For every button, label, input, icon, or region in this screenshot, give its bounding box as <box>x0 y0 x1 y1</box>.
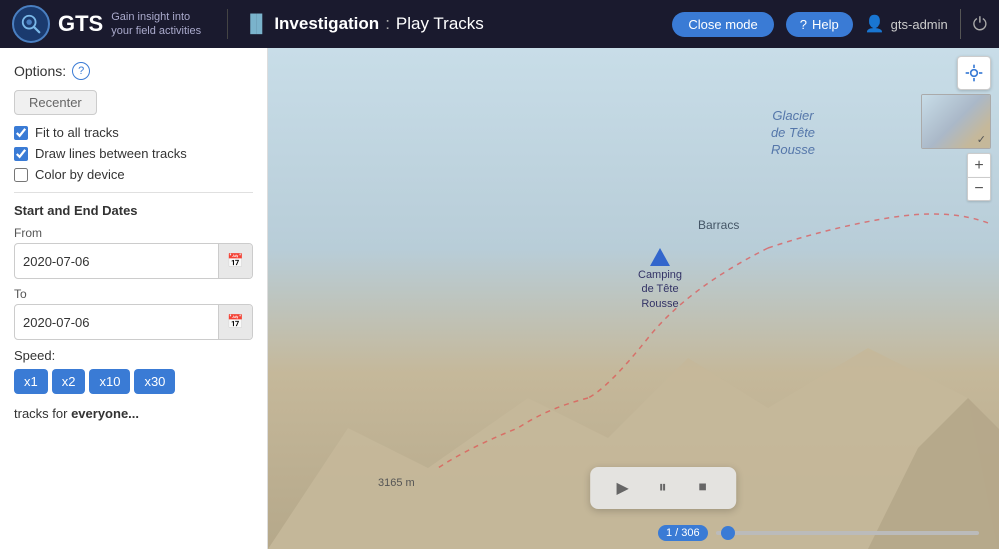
minimap-check: ✓ <box>977 133 986 146</box>
stop-icon: ⏹ <box>699 479 707 497</box>
minimap-thumbnail[interactable]: ✓ <box>921 94 991 149</box>
speed-x2-button[interactable]: x2 <box>52 369 86 394</box>
header-divider <box>227 9 228 39</box>
to-calendar-button[interactable]: 📅 <box>218 305 252 339</box>
playback-controls: ▶ ⏸ ⏹ <box>590 467 736 509</box>
fit-all-tracks-label: Fit to all tracks <box>35 125 119 140</box>
progress-thumb[interactable] <box>721 526 735 540</box>
user-name-label: gts-admin <box>891 17 948 32</box>
fit-all-tracks-checkbox[interactable] <box>14 126 28 140</box>
header-title-icon: ▐▌ <box>244 14 268 34</box>
map-controls: ✓ + − <box>921 56 991 201</box>
speed-label: Speed: <box>14 348 253 363</box>
zoom-in-button[interactable]: + <box>967 153 991 177</box>
help-label: Help <box>812 17 839 32</box>
tracks-text: tracks for <box>14 406 71 421</box>
header-page-label: Play Tracks <box>396 14 484 34</box>
draw-lines-label: Draw lines between tracks <box>35 146 187 161</box>
logo-gts-text: GTS <box>58 11 103 37</box>
tracks-bold: everyone... <box>71 406 139 421</box>
logo-tagline: Gain insight into your field activities <box>111 10 211 39</box>
options-label: Options: <box>14 63 66 79</box>
color-by-device-label: Color by device <box>35 167 125 182</box>
to-date-input[interactable] <box>15 309 218 336</box>
recenter-button[interactable]: Recenter <box>14 90 97 115</box>
user-area: 👤 gts-admin <box>865 14 948 34</box>
user-icon: 👤 <box>865 14 885 34</box>
pause-button[interactable]: ⏸ <box>650 475 676 501</box>
header-investigation-label: Investigation <box>274 14 379 34</box>
pause-icon: ⏸ <box>659 479 667 497</box>
draw-lines-row: Draw lines between tracks <box>14 146 253 161</box>
speed-x30-button[interactable]: x30 <box>134 369 175 394</box>
from-calendar-button[interactable]: 📅 <box>218 244 252 278</box>
from-label: From <box>14 226 253 240</box>
dates-section-title: Start and End Dates <box>14 203 253 218</box>
from-date-input-wrap: 📅 <box>14 243 253 279</box>
main-layout: Options: ? Recenter Fit to all tracks Dr… <box>0 48 999 549</box>
progress-area: 1 / 306 <box>658 525 979 541</box>
glacier-line1: Glacier <box>772 108 813 123</box>
options-divider <box>14 192 253 193</box>
tracks-label: tracks for everyone... <box>14 406 253 421</box>
logo-area: GTS Gain insight into your field activit… <box>12 5 211 43</box>
calendar-icon-2: 📅 <box>227 314 244 330</box>
glacier-label: Glacier de Tête Rousse <box>748 108 838 159</box>
options-header: Options: ? <box>14 62 253 80</box>
draw-lines-checkbox[interactable] <box>14 147 28 161</box>
barracs-label: Barracs <box>698 218 739 234</box>
help-button[interactable]: ? Help <box>786 12 853 37</box>
color-by-device-checkbox[interactable] <box>14 168 28 182</box>
options-help-icon[interactable]: ? <box>72 62 90 80</box>
zoom-controls: + − <box>967 153 991 201</box>
header-title-separator: : <box>385 14 390 34</box>
play-button[interactable]: ▶ <box>610 475 636 501</box>
glacier-line2: de Tête <box>771 125 815 140</box>
stop-button[interactable]: ⏹ <box>690 475 716 501</box>
calendar-icon: 📅 <box>227 253 244 269</box>
color-by-device-row: Color by device <box>14 167 253 182</box>
progress-slider[interactable] <box>716 530 979 536</box>
location-button[interactable] <box>957 56 991 90</box>
options-panel: Options: ? Recenter Fit to all tracks Dr… <box>0 48 268 549</box>
progress-track <box>716 531 979 535</box>
header-title: ▐▌ Investigation : Play Tracks <box>244 14 660 34</box>
progress-badge: 1 / 306 <box>658 525 708 541</box>
to-date-input-wrap: 📅 <box>14 304 253 340</box>
play-icon: ▶ <box>617 478 629 498</box>
header: GTS Gain insight into your field activit… <box>0 0 999 48</box>
logo-icon <box>12 5 50 43</box>
to-label: To <box>14 287 253 301</box>
speed-buttons-group: x1 x2 x10 x30 <box>14 369 253 394</box>
glacier-line3: Rousse <box>771 142 815 157</box>
power-icon[interactable]: ⏻ <box>973 14 987 35</box>
camp-icon: Campingde TêteRousse <box>638 248 682 311</box>
from-date-input[interactable] <box>15 248 218 275</box>
help-icon: ? <box>800 17 807 32</box>
map-area[interactable]: Glacier de Tête Rousse Barracs Campingde… <box>268 48 999 549</box>
speed-x1-button[interactable]: x1 <box>14 369 48 394</box>
zoom-out-button[interactable]: − <box>967 177 991 201</box>
close-mode-button[interactable]: Close mode <box>672 12 773 37</box>
fit-all-tracks-row: Fit to all tracks <box>14 125 253 140</box>
altitude-label: 3165 m <box>378 477 415 489</box>
header-right-divider <box>960 9 961 39</box>
camp-label: Campingde TêteRousse <box>638 268 682 311</box>
speed-x10-button[interactable]: x10 <box>89 369 130 394</box>
camp-triangle-icon <box>650 248 670 266</box>
